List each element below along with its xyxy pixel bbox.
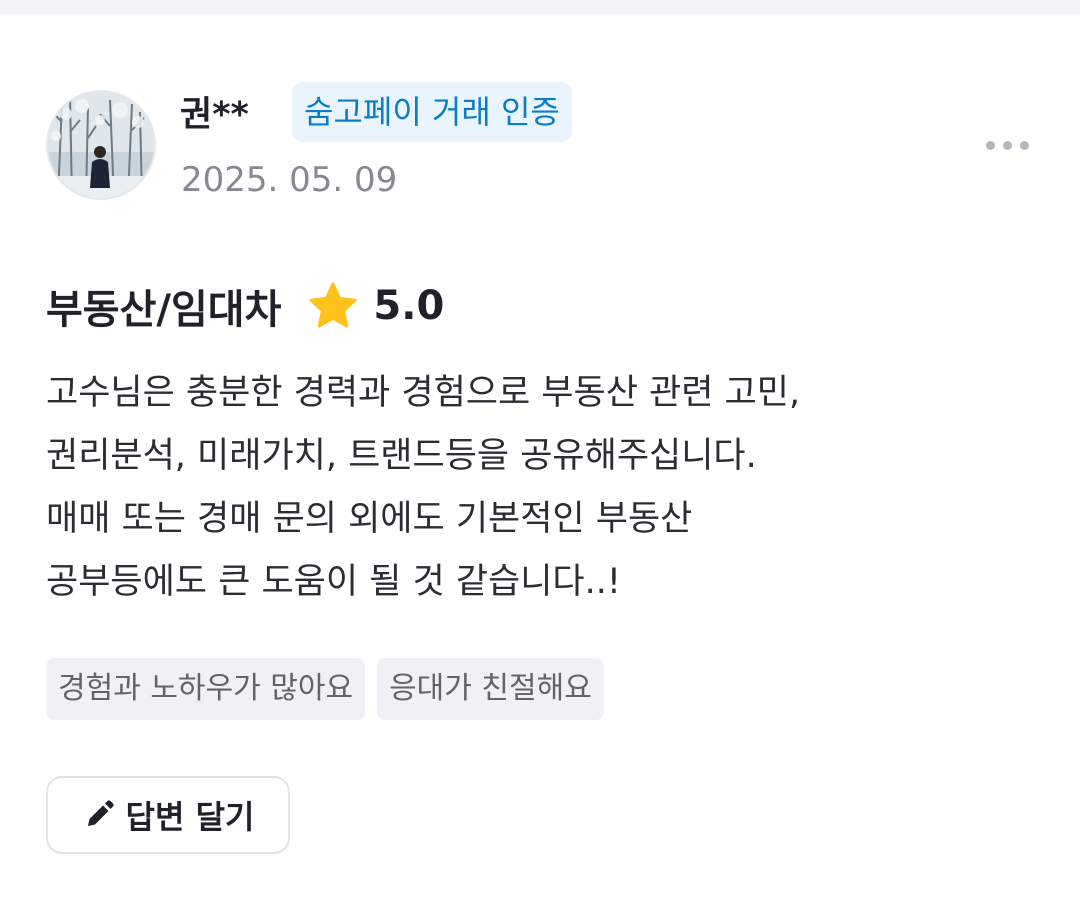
review-body: 고수님은 충분한 경력과 경험으로 부동산 관련 고민, 권리분석, 미래가치,…	[46, 362, 1046, 614]
reply-button[interactable]: 답변 달기	[46, 776, 290, 854]
review-body-line: 공부등에도 큰 도움이 될 것 같습니다..!	[46, 562, 621, 602]
review-body-line: 고수님은 충분한 경력과 경험으로 부동산 관련 고민,	[46, 373, 801, 413]
review-date: 2025. 05. 09	[181, 160, 398, 200]
reviewer-avatar[interactable]	[46, 90, 156, 200]
service-name: 부동산/임대차	[46, 287, 282, 333]
more-dot	[1019, 140, 1029, 150]
reviewer-name: 권**	[180, 95, 249, 135]
review-body-line: 권리분석, 미래가치, 트랜드등을 공유해주십니다.	[46, 436, 757, 476]
rating-value: 5.0	[373, 283, 445, 329]
review-body-line: 매매 또는 경매 문의 외에도 기본적인 부동산	[46, 499, 693, 539]
more-options-button[interactable]	[972, 126, 1042, 164]
review-tags: 경험과 노하우가 많아요 응대가 친절해요	[46, 658, 604, 720]
service-rating-row: 부동산/임대차 5.0	[46, 276, 444, 336]
review-tag: 경험과 노하우가 많아요	[46, 658, 366, 720]
verified-payment-badge: 숨고페이 거래 인증	[292, 82, 572, 142]
review-tag: 응대가 친절해요	[377, 658, 604, 720]
more-dot	[1002, 140, 1012, 150]
more-dots-icon	[985, 140, 995, 150]
top-divider	[0, 0, 1080, 14]
star-icon	[309, 282, 357, 328]
reply-button-label: 답변 달기	[125, 798, 255, 836]
pencil-icon	[87, 800, 114, 826]
